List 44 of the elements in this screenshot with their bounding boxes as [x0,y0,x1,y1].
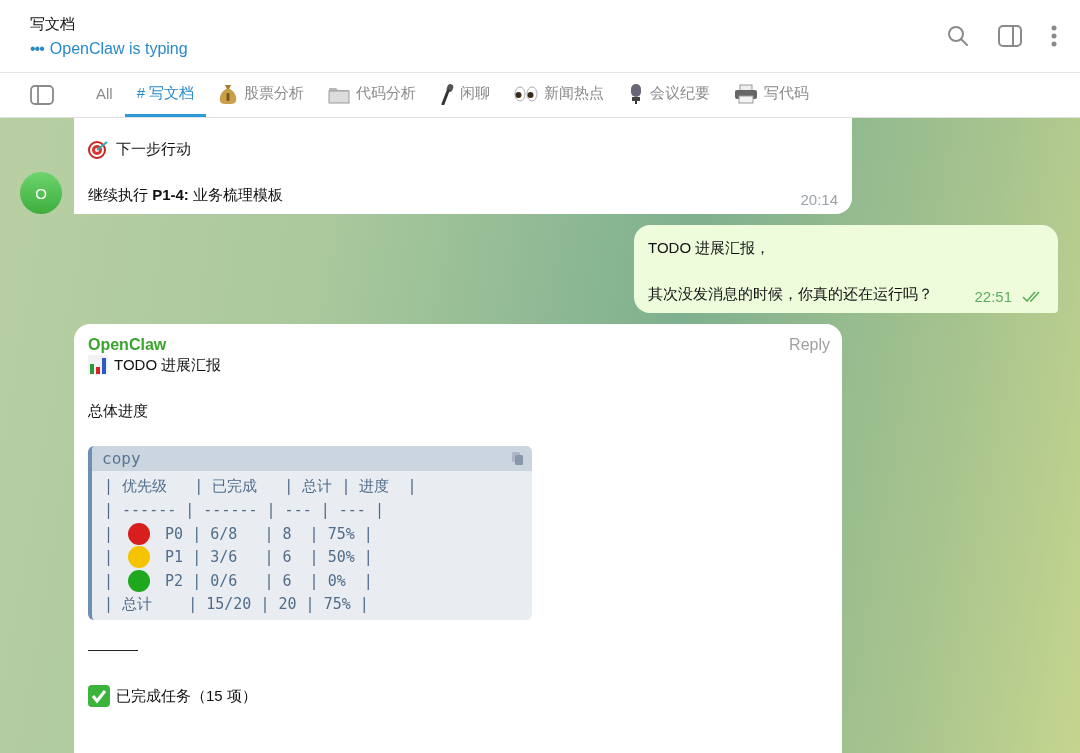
message-text: TODO 进展汇报， [648,238,771,258]
message-text: 继续执行 P1-4: 业务梳理模板 [88,185,284,205]
code-text: | [104,571,115,590]
folder-tab[interactable]: 新闻热点 [502,73,617,117]
code-text: P1 | 3/6 | 6 | 50% | [164,548,373,567]
avatar[interactable]: O [20,172,62,214]
copy-icon[interactable] [512,451,524,466]
more-menu-icon[interactable] [1050,24,1058,48]
money-bag-icon [218,82,239,105]
microphone-icon [440,82,455,105]
code-text: | [104,548,115,567]
code-text: | 总计 | 15/20 | 20 | 75% | [104,594,369,614]
reply-link[interactable]: Reply [789,336,830,354]
bar-chart-icon [88,355,108,375]
message-heading: TODO 进展汇报 [114,355,222,375]
folder-tab[interactable]: 闲聊 [428,73,503,117]
code-language: copy [102,449,141,468]
code-text: | 优先级 | 已完成 | 总计 | 进度 | [104,477,417,497]
message-time: 22:51 [974,288,1012,305]
message-time: 20:14 [800,191,838,208]
folder-tab[interactable]: 写代码 [722,73,822,117]
code-text: P2 | 0/6 | 6 | 0% | [164,571,373,590]
folder-tab[interactable]: 会议纪要 [616,73,723,117]
eyes-icon [514,85,539,102]
printer-icon [734,83,759,104]
message-text: 其次没发消息的时候，你真的还在运行吗？ [648,284,933,304]
message-text: 已完成任务（15 项） [116,686,257,706]
typing-status: OpenClaw is typing [49,39,188,58]
sidebar-toggle-icon[interactable] [998,25,1022,47]
chat-title: 写文档 [30,14,76,34]
target-icon [88,139,110,159]
check-mark-icon [88,685,110,707]
typing-indicator: ••• [30,39,44,58]
code-text: P0 | 6/8 | 8 | 75% | [164,524,373,543]
sender-name: OpenClaw [88,336,167,354]
code-text: | ------ | ------ | --- | --- | [104,501,384,520]
folder-tab[interactable]: All [84,73,125,117]
folder-tab[interactable]: 股票分析 [206,73,317,117]
folder-tab[interactable]: 代码分析 [316,73,429,117]
code-text: | [104,524,115,543]
message-text: 总体进度 [88,401,148,421]
search-icon[interactable] [946,24,970,48]
panel-icon[interactable] [30,85,54,105]
message-text: 下一步行动 [116,139,191,159]
